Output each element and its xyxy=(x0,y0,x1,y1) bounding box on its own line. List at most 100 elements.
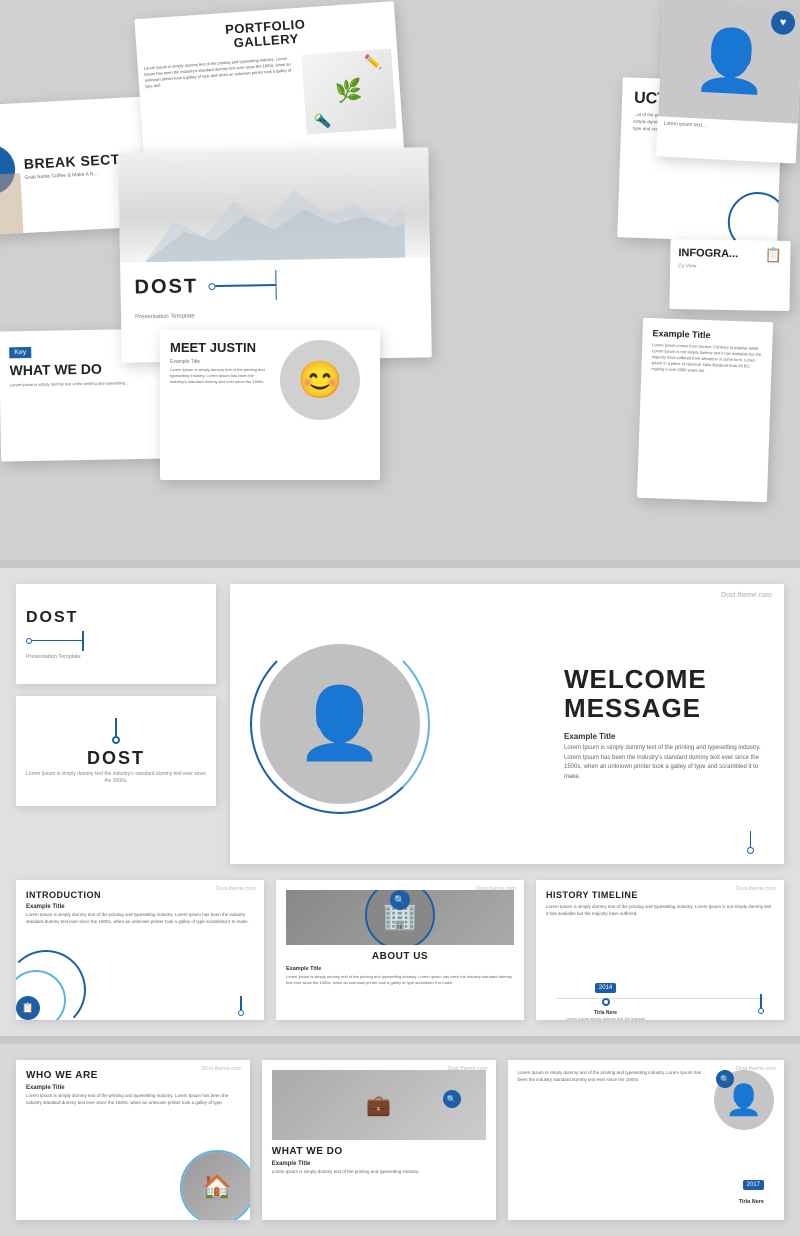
welcome-title: WELCOMEMESSAGE xyxy=(564,665,764,722)
dost-dot xyxy=(208,283,215,290)
wd-vline xyxy=(750,831,752,847)
meetjustin-person: 😊 xyxy=(280,340,360,420)
slide-who-we-are: Dost.theme.com WHO WE ARE Example Title … xyxy=(16,1060,250,1220)
whoweare-watermark: Dost.theme.com xyxy=(202,1066,242,1072)
rp-title: Example Title xyxy=(652,328,762,342)
dost-connector xyxy=(208,270,277,301)
portfolio-image-area: 🌿 ✏️ 🔦 xyxy=(301,48,396,134)
welcome-dot-bottom xyxy=(747,831,754,854)
ction-circle xyxy=(727,191,783,243)
aboutus-title: ABOUT US xyxy=(286,951,514,962)
aboutus-body-text: Lorem Ipsum is simply dummy text of the … xyxy=(286,974,514,986)
slide-whatwedo-lower: Dost.theme.com 💼 🔍 WHAT WE DO Example Ti… xyxy=(262,1060,496,1220)
lr-person-icon: 👤 xyxy=(725,1083,762,1118)
dost-sm-connector xyxy=(26,631,206,651)
aboutus-example-title: Example Title xyxy=(286,966,514,972)
history-year-text: Lorem ipsum simply dummy text the indust… xyxy=(566,1016,645,1021)
mountain-background xyxy=(118,147,430,262)
history-body-text: Lorem Ipsum is simply dummy text of the … xyxy=(546,904,774,918)
slide-meetjustin: MEET JUSTIN Example Title Lorem Ipsum is… xyxy=(160,330,380,480)
top-collage-section: 💡 BREAK SECTION Grab Some Coffee & Make … xyxy=(0,0,800,560)
dost-main-title: DOST xyxy=(134,275,198,299)
intro-circle-wrap: 📋 xyxy=(16,950,86,1020)
history-year-item-1: 2014 Tirla Nere Lorem ipsum simply dummy… xyxy=(566,983,645,1021)
person-circle-wrap: 👤 ♥ xyxy=(250,634,430,814)
aboutus-image-top: 🏢 🔍 xyxy=(286,890,514,945)
whatwedo-lower-example: Example Title xyxy=(272,1161,486,1167)
key-badge: Key xyxy=(9,347,31,358)
dost2-subtitle: Lorem Ipsum is simply dummy text the ind… xyxy=(26,771,206,785)
lower-section: Dost.theme.com WHO WE ARE Example Title … xyxy=(0,1044,800,1236)
intro-example-title: Example Title xyxy=(26,904,254,910)
intro-watermark: Dost.theme.com xyxy=(216,886,256,892)
plant-icon: 🌿 xyxy=(334,77,363,105)
welcome-body-text: Lorem Ipsum is simply dummy text of the … xyxy=(564,744,764,782)
meetjustin-body: Lorem Ipsum is simply dummy text of the … xyxy=(170,367,270,385)
intro-body-text: Lorem Ipsum is simply dummy text of the … xyxy=(26,912,254,926)
bottom-row: Dost.theme.com INTRODUCTION Example Titl… xyxy=(0,880,800,1036)
slide-lower-right: Dost.theme.com 👤 🔍 Lorem Ipsum is simply… xyxy=(508,1060,785,1220)
rp-text: Lorem ipsum comes from section. Contrary… xyxy=(651,342,762,376)
timeline-area: 2014 Tirla Nere Lorem ipsum simply dummy… xyxy=(546,928,774,988)
person-big-circle: 👤 ♥ xyxy=(250,634,430,814)
history-dot-circle xyxy=(758,1008,764,1014)
whoweare-example-title: Example Title xyxy=(26,1085,240,1091)
aboutus-content: 🏢 🔍 ABOUT US Example Title Lorem Ipsum i… xyxy=(286,890,514,986)
portfolio-body: Lorem Ipsum is simply dummy text of the … xyxy=(137,44,403,150)
lower-row: Dost.theme.com WHO WE ARE Example Title … xyxy=(16,1060,784,1220)
whatwedo-title: WHAT WE DO xyxy=(9,360,159,379)
whatwedo-lower-watermark: Dost.theme.com xyxy=(447,1066,487,1072)
slide-infogra: INFOGRA... 📋 Cy View xyxy=(669,239,790,311)
heart-badge-main: ♥ xyxy=(400,636,428,664)
slide-history-timeline: Dost.theme.com HISTORY TIMELINE Lorem Ip… xyxy=(536,880,784,1020)
dost-sm-vline xyxy=(82,631,84,651)
mountain-svg xyxy=(144,168,406,263)
person-silhouette: 👤 xyxy=(692,23,770,98)
dost-sm-hline xyxy=(32,640,82,642)
aboutus-search-badge: 🔍 xyxy=(390,890,410,910)
dost-vline-wrap xyxy=(275,270,277,300)
lr-year-badge: 2017 xyxy=(743,1180,764,1190)
person-big-img: 👤 xyxy=(260,644,420,804)
meetjustin-right: 😊 xyxy=(270,340,370,420)
whoweare-body-text: Lorem Ipsum is simply dummy text of the … xyxy=(26,1093,240,1107)
dost2-vline-top xyxy=(115,718,117,736)
middle-dost-sm-slide: DOST Presentation Template xyxy=(16,584,216,684)
slide-introduction: Dost.theme.com INTRODUCTION Example Titl… xyxy=(16,880,264,1020)
dost-bottom-area: DOST xyxy=(120,257,431,312)
portfolio-text: Lorem Ipsum is simply dummy text of the … xyxy=(144,55,303,146)
history-watermark: Dost.theme.com xyxy=(736,886,776,892)
intro-icon-circle: 📋 xyxy=(16,996,40,1020)
history-dot-bottom xyxy=(758,994,764,1014)
whoweare-circle-img: 🏠 xyxy=(182,1152,250,1220)
welcome-content: WELCOMEMESSAGE Example Title Lorem Ipsum… xyxy=(564,665,764,783)
meetjustin-title: MEET JUSTIN xyxy=(170,340,270,355)
whatwedo-lower-title: WHAT WE DO xyxy=(272,1146,486,1157)
lr-search-badge: 🔍 xyxy=(716,1070,734,1088)
dost2-dot xyxy=(112,736,120,744)
middle-dost2-slide: DOST Lorem Ipsum is simply dummy text th… xyxy=(16,696,216,806)
whatwedo-text: Lorem Ipsum is simply dummy text of the … xyxy=(10,380,160,389)
whoweare-circle: 🏠 xyxy=(180,1150,250,1220)
welcome-example-title: Example Title xyxy=(564,732,764,741)
section-divider-1 xyxy=(0,560,800,568)
dost-hline xyxy=(215,284,275,287)
intro-dot xyxy=(238,996,244,1016)
dost2-title: DOST xyxy=(87,748,145,769)
middle-left-column: DOST Presentation Template DOST Lorem Ip… xyxy=(16,584,216,864)
intro-dot-circle xyxy=(238,1010,244,1016)
meetjustin-person-icon: 😊 xyxy=(298,359,343,401)
history-content: 2014 Tirla Nere Lorem ipsum simply dummy… xyxy=(546,928,774,988)
dost-vline xyxy=(275,270,277,300)
wd-dot xyxy=(747,847,754,854)
whatwedo-search-badge: 🔍 xyxy=(443,1090,461,1108)
history-vline xyxy=(760,994,762,1008)
middle-section: DOST Presentation Template DOST Lorem Ip… xyxy=(0,568,800,880)
slide-about-us: Dost.theme.com 🏢 🔍 ABOUT US Example Titl… xyxy=(276,880,524,1020)
whatwedo-lower-body: Lorem Ipsum is simply dummy text of the … xyxy=(272,1169,486,1176)
middle-main-slide: Dost.theme.com 👤 ♥ WELCOMEMESSAGE Exampl… xyxy=(230,584,784,864)
slide-person-top-right: 👤 ♥ Lorem ipsum text... xyxy=(656,0,800,164)
history-year-badge-1: 2014 xyxy=(595,983,616,993)
person-main-icon: 👤 xyxy=(296,683,383,765)
intro-vline xyxy=(240,996,242,1010)
